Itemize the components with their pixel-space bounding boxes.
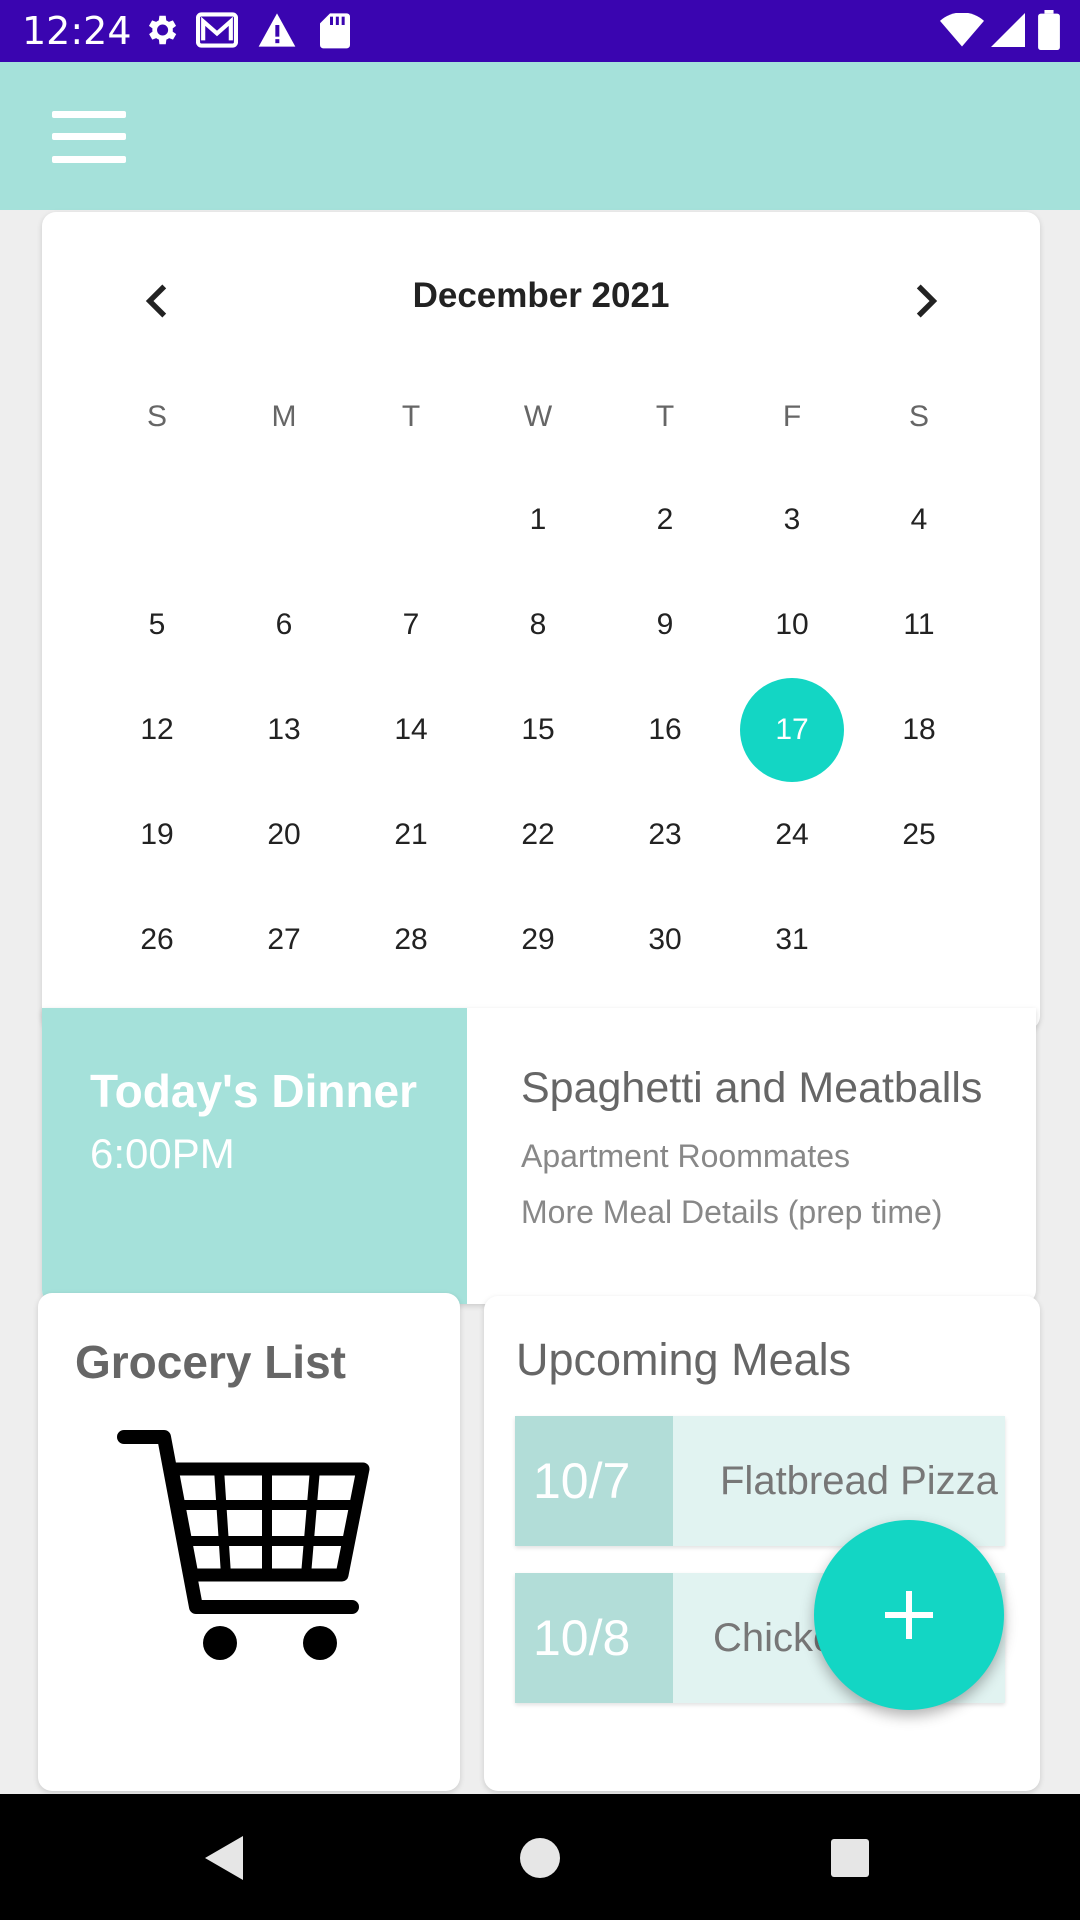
calendar-day[interactable]: 20	[232, 783, 336, 887]
meal-date: 10/8	[515, 1573, 673, 1703]
gear-icon	[148, 15, 177, 45]
weekday-label: S	[146, 400, 167, 433]
calendar-day[interactable]: 13	[232, 678, 336, 782]
calendar-day[interactable]: 28	[359, 888, 463, 992]
calendar-day[interactable]: 14	[359, 678, 463, 782]
navigation-bar	[0, 1794, 1080, 1920]
wifi-icon	[940, 13, 984, 47]
dinner-title: Today's Dinner	[90, 1065, 418, 1117]
calendar-day[interactable]: 25	[867, 783, 971, 887]
status-time: 12:24	[22, 9, 132, 53]
weekday-label: F	[782, 400, 802, 433]
calendar-day[interactable]: 9	[613, 573, 717, 677]
warning-icon	[258, 13, 296, 47]
calendar-day[interactable]: 21	[359, 783, 463, 887]
calendar-day[interactable]: 24	[740, 783, 844, 887]
upcoming-title: Upcoming Meals	[516, 1334, 852, 1385]
next-month-button[interactable]	[900, 276, 950, 326]
calendar-day[interactable]: 1	[486, 468, 590, 572]
dinner-time-panel: Today's Dinner 6:00PM	[42, 1008, 467, 1304]
dinner-details: More Meal Details (prep time)	[521, 1194, 943, 1230]
calendar-day-selected[interactable]: 17	[740, 678, 844, 782]
calendar-day[interactable]: 15	[486, 678, 590, 782]
battery-icon	[1038, 10, 1060, 50]
dinner-time: 6:00PM	[90, 1130, 235, 1177]
calendar-day[interactable]: 31	[740, 888, 844, 992]
calendar-day[interactable]: 2	[613, 468, 717, 572]
calendar-day[interactable]: 7	[359, 573, 463, 677]
menu-icon[interactable]	[52, 111, 126, 163]
app-bar	[0, 62, 1080, 210]
dinner-group: Apartment Roommates	[521, 1138, 851, 1174]
weekday-label: S	[908, 400, 929, 433]
calendar-day[interactable]: 26	[105, 888, 209, 992]
status-bar: 12:24	[0, 0, 1080, 62]
calendar-day[interactable]: 27	[232, 888, 336, 992]
month-title: December 2021	[412, 276, 670, 315]
calendar-day[interactable]: 10	[740, 573, 844, 677]
add-meal-button[interactable]	[814, 1520, 1004, 1710]
sd-card-icon	[320, 13, 350, 49]
weekday-label: T	[401, 400, 421, 433]
weekday-label: M	[271, 400, 297, 433]
meal-date: 10/7	[515, 1416, 673, 1546]
weekday-label: W	[523, 400, 553, 433]
dinner-meal-name: Spaghetti and Meatballs	[521, 1064, 983, 1112]
weekday-label: T	[655, 400, 675, 433]
shopping-cart-icon	[117, 1430, 370, 1660]
calendar-day[interactable]: 4	[867, 468, 971, 572]
calendar-card: December 2021 SMTWTFS 1 2 3 4 5 6 7 8 9 10 11 12 13 1…	[42, 212, 1040, 1030]
calendar-day[interactable]: 6	[232, 573, 336, 677]
calendar-day[interactable]: 12	[105, 678, 209, 782]
calendar-day[interactable]: 19	[105, 783, 209, 887]
grocery-title: Grocery List	[75, 1336, 346, 1388]
calendar-day[interactable]: 8	[486, 573, 590, 677]
calendar-day[interactable]: 5	[105, 573, 209, 677]
gmail-icon	[196, 12, 238, 48]
calendar-day[interactable]: 30	[613, 888, 717, 992]
home-icon[interactable]	[518, 1836, 562, 1880]
grocery-list-card[interactable]: Grocery List	[38, 1293, 460, 1791]
plus-icon	[885, 1591, 933, 1639]
calendar-day[interactable]: 11	[867, 573, 971, 677]
calendar-day[interactable]: 22	[486, 783, 590, 887]
calendar-day[interactable]: 23	[613, 783, 717, 887]
meal-name: Flatbread Pizza	[720, 1459, 998, 1503]
calendar-day[interactable]: 3	[740, 468, 844, 572]
signal-icon	[991, 13, 1025, 47]
calendar-day[interactable]: 18	[867, 678, 971, 782]
todays-dinner-card[interactable]: Today's Dinner 6:00PM Spaghetti and Meat…	[42, 1008, 1036, 1304]
recents-icon[interactable]	[830, 1838, 870, 1878]
back-icon[interactable]	[203, 1834, 247, 1882]
calendar-day[interactable]: 16	[613, 678, 717, 782]
calendar-day[interactable]: 29	[486, 888, 590, 992]
